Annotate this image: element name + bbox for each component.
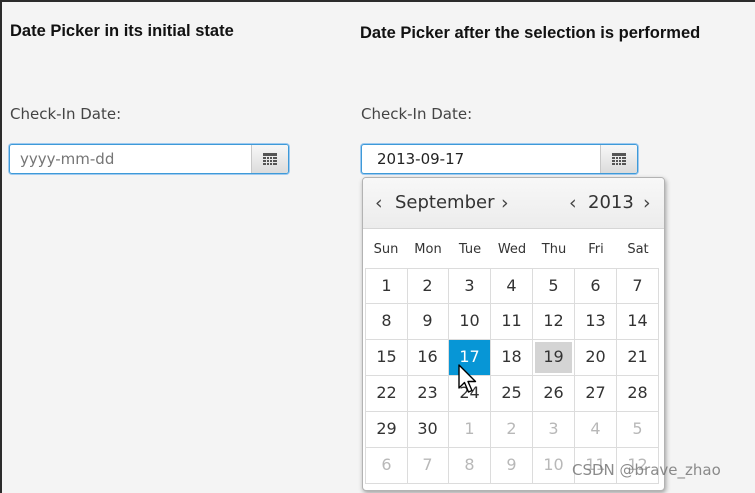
- next-year-arrow-icon[interactable]: ›: [643, 191, 651, 215]
- calendar-day[interactable]: 11: [491, 304, 533, 340]
- weekday-label: Sat: [627, 242, 649, 257]
- calendar-day[interactable]: 22: [365, 376, 408, 412]
- calendar-day[interactable]: 20: [575, 340, 617, 376]
- calendar-day[interactable]: 10: [449, 304, 491, 340]
- left-date-picker: [9, 144, 289, 174]
- calendar-day[interactable]: 26: [533, 376, 575, 412]
- weekday-label: Tue: [458, 242, 482, 257]
- year-label: 2013: [588, 192, 634, 213]
- calendar-day-other-month[interactable]: 6: [365, 448, 408, 484]
- right-calendar-button[interactable]: [600, 145, 637, 173]
- watermark-text: CSDN @brave_zhao: [572, 461, 721, 479]
- calendar-day[interactable]: 18: [491, 340, 533, 376]
- calendar-day[interactable]: 4: [491, 268, 533, 304]
- left-date-input[interactable]: [10, 145, 251, 173]
- calendar-day[interactable]: 3: [449, 268, 491, 304]
- calendar-day[interactable]: 14: [617, 304, 659, 340]
- calendar-day[interactable]: 2: [407, 268, 449, 304]
- calendar-day[interactable]: 1: [365, 268, 408, 304]
- calendar-day-other-month[interactable]: 1: [449, 412, 491, 448]
- calendar-day[interactable]: 23: [407, 376, 449, 412]
- calendar-day[interactable]: 5: [533, 268, 575, 304]
- calendar-day-other-month[interactable]: 3: [533, 412, 575, 448]
- calendar-day[interactable]: 15: [365, 340, 408, 376]
- calendar-day[interactable]: 7: [617, 268, 659, 304]
- calendar-popup: ‹ September › ‹ 2013 › Sun Mon Tue Wed T…: [362, 177, 665, 491]
- weekday-label: Sun: [373, 242, 399, 257]
- weekday-label: Thu: [541, 242, 567, 257]
- calendar-day-selected[interactable]: 17: [449, 340, 491, 376]
- month-label: September: [395, 192, 495, 213]
- window-frame-top: [0, 0, 755, 2]
- calendar-day[interactable]: 28: [617, 376, 659, 412]
- calendar-grid-icon: [612, 153, 626, 165]
- calendar-day-today[interactable]: 19: [533, 340, 575, 376]
- window-frame-left: [0, 0, 2, 493]
- calendar-day[interactable]: 30: [407, 412, 449, 448]
- calendar-day[interactable]: 24: [449, 376, 491, 412]
- calendar-day[interactable]: 16: [407, 340, 449, 376]
- left-calendar-button[interactable]: [251, 145, 288, 173]
- calendar-day[interactable]: 6: [575, 268, 617, 304]
- weekday-label: Fri: [588, 242, 604, 257]
- calendar-day-other-month[interactable]: 2: [491, 412, 533, 448]
- next-month-arrow-icon[interactable]: ›: [501, 191, 509, 215]
- calendar-day[interactable]: 21: [617, 340, 659, 376]
- calendar-day-other-month[interactable]: 5: [617, 412, 659, 448]
- calendar-day-other-month[interactable]: 9: [491, 448, 533, 484]
- calendar-header: ‹ September › ‹ 2013 ›: [363, 178, 664, 229]
- prev-month-arrow-icon[interactable]: ‹: [375, 191, 383, 215]
- weekday-label: Mon: [414, 242, 442, 257]
- calendar-day-other-month[interactable]: 10: [533, 448, 575, 484]
- calendar-day[interactable]: 9: [407, 304, 449, 340]
- calendar-day[interactable]: 8: [365, 304, 408, 340]
- prev-year-arrow-icon[interactable]: ‹: [569, 191, 577, 215]
- calendar-grid-icon: [263, 153, 277, 165]
- weekday-label: Wed: [497, 242, 527, 257]
- calendar-day[interactable]: 13: [575, 304, 617, 340]
- calendar-day[interactable]: 27: [575, 376, 617, 412]
- calendar-day-other-month[interactable]: 7: [407, 448, 449, 484]
- calendar-day[interactable]: 29: [365, 412, 408, 448]
- right-heading: Date Picker after the selection is perfo…: [360, 24, 701, 42]
- calendar-day-other-month[interactable]: 4: [575, 412, 617, 448]
- right-date-input[interactable]: 2013-09-17: [362, 145, 600, 173]
- calendar-day-other-month[interactable]: 8: [449, 448, 491, 484]
- calendar-day[interactable]: 25: [491, 376, 533, 412]
- calendar-day[interactable]: 12: [533, 304, 575, 340]
- right-date-picker: 2013-09-17: [361, 144, 638, 174]
- left-check-in-label: Check-In Date:: [10, 105, 122, 123]
- left-heading: Date Picker in its initial state: [10, 22, 234, 40]
- right-check-in-label: Check-In Date:: [361, 105, 473, 123]
